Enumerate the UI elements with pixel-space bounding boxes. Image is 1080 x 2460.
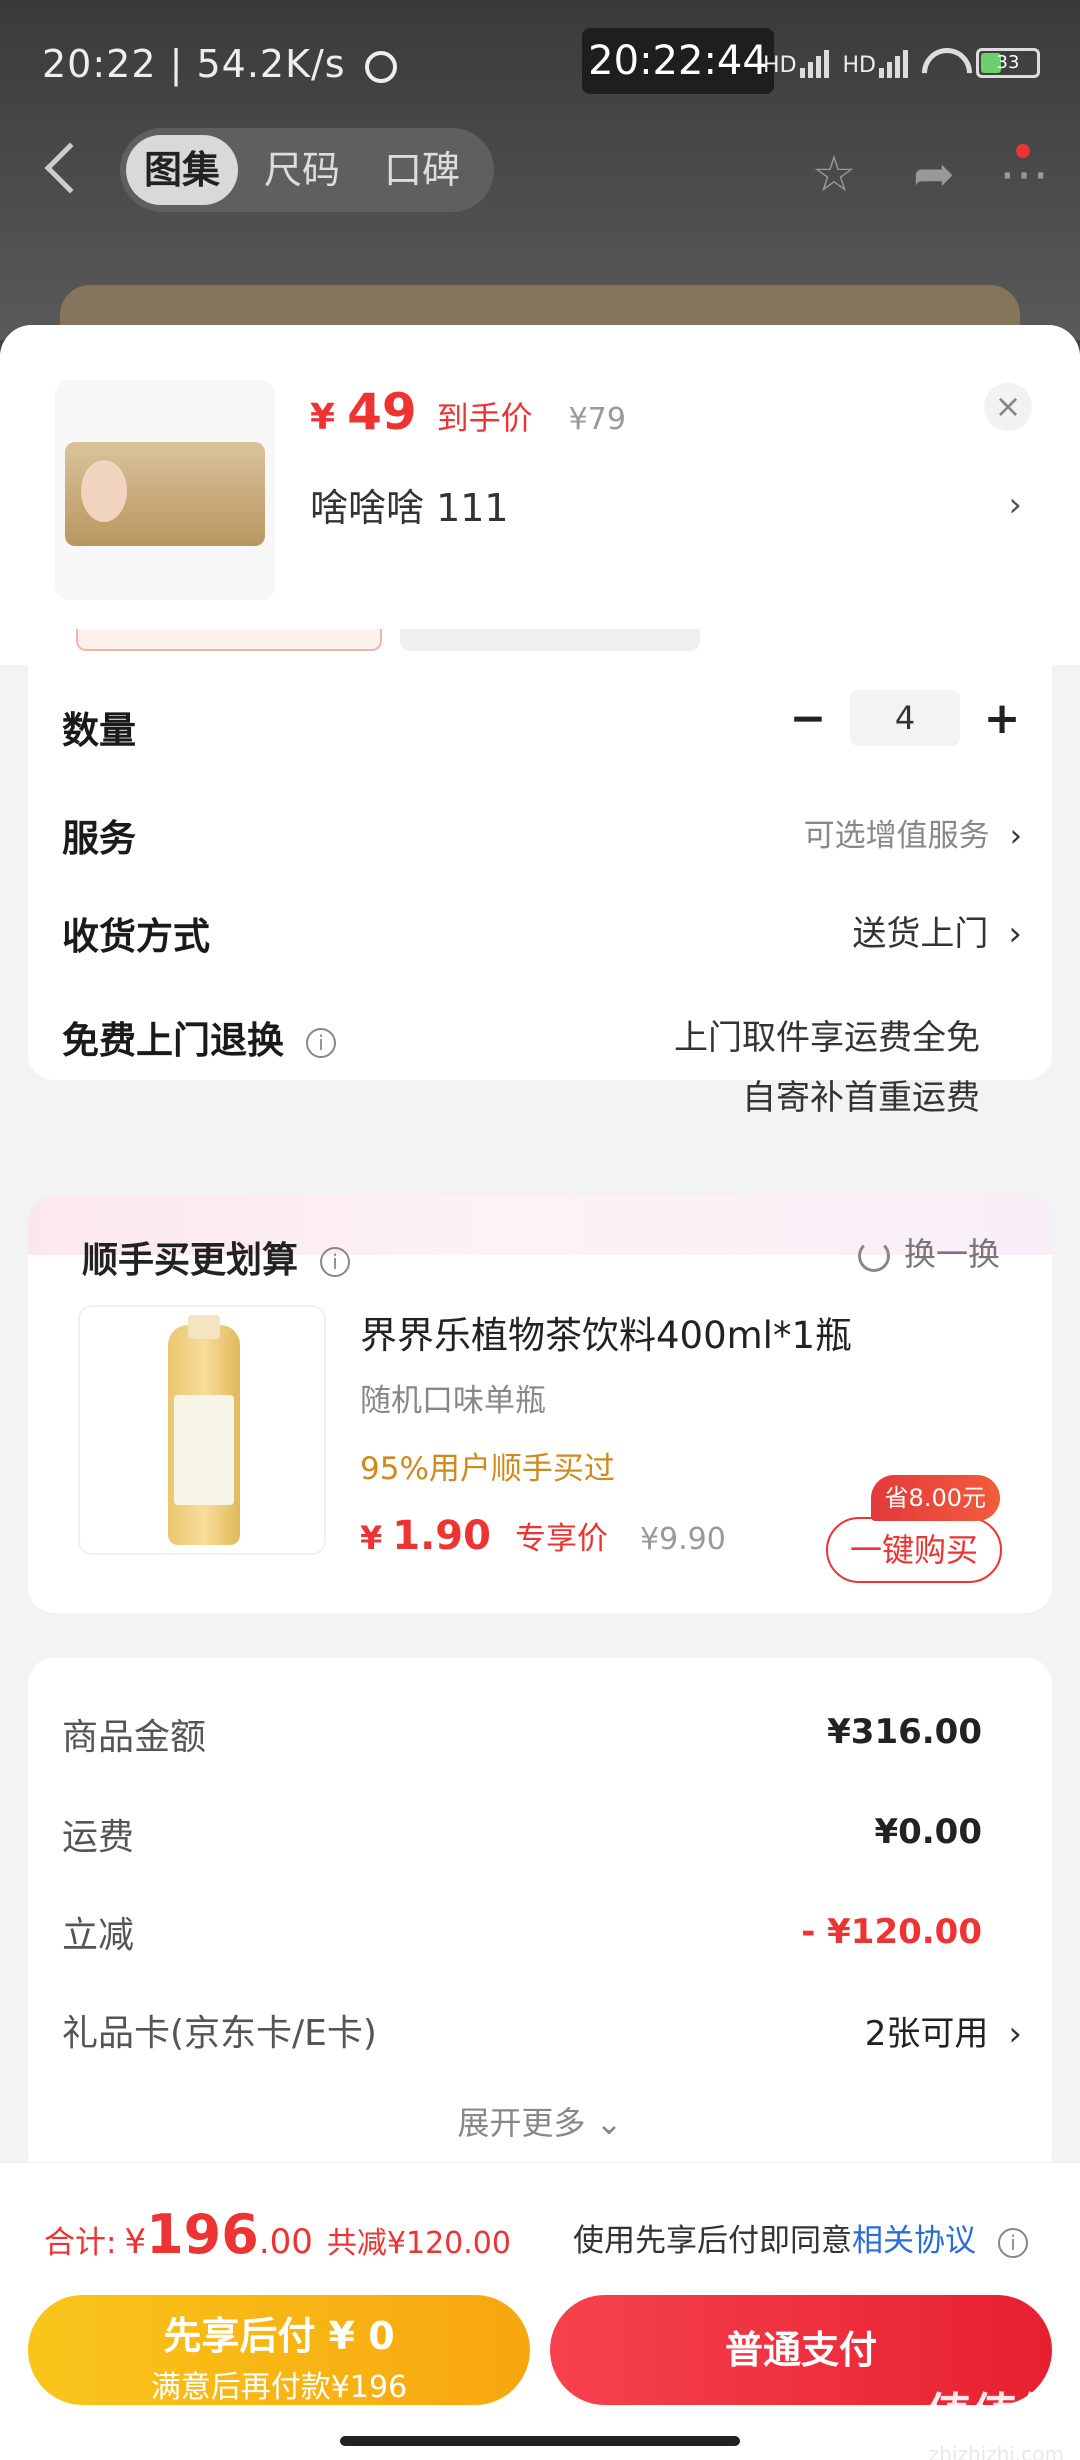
product-header: ¥49 到手价 ¥79 啥啥啥 111 × › (0, 325, 1080, 635)
bottle-image (168, 1315, 240, 1545)
addon-price: ¥1.90 专享价 ¥9.90 (360, 1513, 726, 1559)
quantity-row: 数量 (62, 709, 136, 752)
total-amount: 合计: ¥ 196 .00 共减¥120.00 (44, 2203, 511, 2266)
screenshot-time: 20:22:44 (582, 28, 774, 94)
addon-title: 顺手买更划算 i (82, 1231, 351, 1283)
tab-gallery[interactable]: 图集 (126, 135, 239, 205)
top-nav: 图集 尺码 口碑 ☆ ➦ ⋯ (0, 128, 1080, 220)
one-click-buy-button[interactable]: 一键购买 (826, 1517, 1002, 1583)
delivery-value[interactable]: 送货上门 › (852, 906, 1022, 955)
swap-button[interactable]: 换一换 (857, 1229, 1000, 1275)
options-card: 数量 − 4 + 服务 可选增值服务 › 收货方式 送货上门 › 免费上门退换 i 上… (28, 660, 1052, 1118)
return-value-line2: 自寄补首重运费 (742, 1078, 980, 1118)
close-icon[interactable]: × (984, 383, 1032, 431)
battery-icon: 33 (976, 48, 1040, 78)
wifi-icon (922, 48, 962, 78)
checkout-footer: 合计: ¥ 196 .00 共减¥120.00 使用先享后付即同意相关协议 i 先… (0, 2162, 1080, 2460)
quantity-input[interactable]: 4 (850, 690, 960, 746)
addon-product-name[interactable]: 界界乐植物茶饮料400ml*1瓶 (360, 1305, 852, 1359)
spec-chip[interactable] (400, 629, 700, 651)
signal-icon-2: HD (843, 48, 908, 78)
chevron-right-icon: › (1009, 818, 1022, 854)
discount-value: - ¥120.00 (801, 1912, 982, 1952)
save-badge: 省8.00元 (870, 1475, 1000, 1521)
minus-button[interactable]: − (788, 693, 828, 744)
return-row: 免费上门退换 i (62, 1010, 336, 1064)
product-thumbnail[interactable] (55, 380, 275, 600)
expand-more-button[interactable]: 展开更多 ⌄ (28, 2098, 1052, 2144)
share-icon[interactable]: ➦ (906, 146, 962, 202)
nav-tabs: 图集 尺码 口碑 (120, 128, 494, 212)
fees-card: 商品金额 ¥316.00 运费 ¥0.00 立减 - ¥120.00 礼品卡(京… (28, 1658, 1052, 2178)
refresh-icon (857, 1240, 890, 1272)
home-indicator[interactable] (340, 2436, 740, 2446)
signal-icon: HD (763, 48, 829, 78)
selected-spec[interactable]: 啥啥啥 111 (310, 477, 509, 532)
addon-product-image[interactable] (78, 1305, 326, 1555)
info-icon[interactable]: i (320, 1247, 351, 1277)
status-icons: HD HD 33 (763, 48, 1040, 78)
goods-amount-value: ¥316.00 (827, 1712, 982, 1752)
addon-card: 顺手买更划算 i 换一换 界界乐植物茶饮料400ml*1瓶 随机口味单瓶 95%用… (28, 1195, 1052, 1613)
diaper-package-image (65, 442, 265, 546)
service-value[interactable]: 可选增值服务 › (804, 810, 1022, 855)
notification-dot (1016, 144, 1030, 158)
shipping-value: ¥0.00 (874, 1812, 982, 1852)
info-icon[interactable]: i (306, 1028, 336, 1058)
pay-later-button[interactable]: 先享后付 ¥ 0 满意后再付款¥196 (28, 2295, 530, 2405)
tab-size[interactable]: 尺码 (246, 135, 358, 205)
chevron-right-icon: › (1008, 2014, 1022, 2054)
back-icon[interactable] (44, 142, 96, 194)
status-bar: 20:22 | 54.2K/s 20:22:44 HD HD 33 (0, 0, 1080, 130)
delivery-row[interactable]: 收货方式 (62, 906, 210, 960)
watermark: 値値値 zhizhizhi.com (926, 2389, 1064, 2460)
tab-reviews[interactable]: 口碑 (366, 135, 478, 205)
addon-popularity: 95%用户顺手买过 (360, 1451, 615, 1487)
return-value-line1: 上门取件享运费全免 (674, 1018, 980, 1058)
quantity-stepper[interactable]: − 4 + (788, 690, 1022, 746)
giftcard-value[interactable]: 2张可用 › (865, 2006, 1022, 2055)
shipping-label: 运费 (62, 1817, 135, 1858)
original-price: ¥79 (568, 402, 626, 437)
chevron-right-icon: › (1008, 914, 1022, 954)
service-row[interactable]: 服务 (62, 808, 136, 862)
addon-product-sub: 随机口味单瓶 (360, 1383, 546, 1419)
product-price: ¥49 到手价 ¥79 (310, 383, 626, 441)
plus-button[interactable]: + (982, 693, 1022, 744)
star-icon[interactable]: ☆ (806, 146, 862, 202)
giftcard-label[interactable]: 礼品卡(京东卡/E卡) (62, 2004, 377, 2056)
status-time-speed: 20:22 | 54.2K/s (42, 42, 397, 86)
chevron-right-icon[interactable]: › (1008, 485, 1022, 525)
info-icon[interactable]: i (998, 2227, 1028, 2258)
alarm-icon (364, 50, 397, 83)
goods-amount-label: 商品金额 (62, 1717, 207, 1758)
agreement-link[interactable]: 相关协议 (852, 2223, 976, 2259)
agreement-text: 使用先享后付即同意相关协议 i (573, 2215, 1028, 2260)
discount-label: 立减 (62, 1915, 135, 1956)
spec-chip-selected[interactable] (76, 629, 382, 651)
